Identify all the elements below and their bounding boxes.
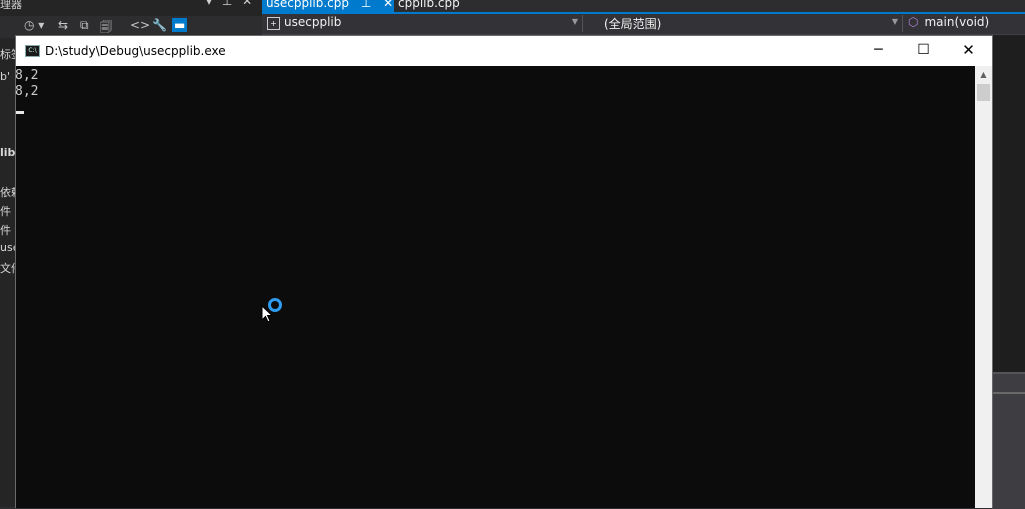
maximize-button[interactable]: ☐ xyxy=(901,36,946,66)
console-title-bar[interactable]: C:\ D:\study\Debug\usecpplib.exe ─ ☐ ✕ xyxy=(16,36,992,66)
member-dropdown[interactable]: ⬡ main(void) xyxy=(908,15,1025,32)
collapse-icon[interactable]: ⧉ xyxy=(80,18,89,33)
console-scrollbar[interactable]: ▲ xyxy=(975,66,992,508)
chevron-down-icon: ▼ xyxy=(571,17,578,26)
minimize-button[interactable]: ─ xyxy=(856,36,901,66)
history-icon[interactable]: ◷ ▾ xyxy=(24,18,44,32)
tree-item[interactable]: 件 xyxy=(0,203,11,219)
close-icon[interactable]: ✕ xyxy=(242,0,252,8)
sync-icon[interactable]: ⇆ xyxy=(58,18,68,32)
panel-title: 理器 xyxy=(0,0,22,11)
console-window[interactable]: C:\ D:\study\Debug\usecpplib.exe ─ ☐ ✕ 8… xyxy=(15,35,993,508)
scope-label: (全局范围) xyxy=(604,17,662,31)
properties-icon[interactable]: 🔧 xyxy=(152,18,167,32)
tree-item[interactable]: 件 xyxy=(0,222,11,238)
console-title: D:\study\Debug\usecpplib.exe xyxy=(45,44,226,58)
preview-icon[interactable]: ▬ xyxy=(172,18,188,32)
member-label: main(void) xyxy=(924,15,990,29)
dropdown-icon[interactable]: ▾ xyxy=(206,0,212,8)
pin-icon[interactable]: ⊥ xyxy=(222,0,232,8)
navigation-bar: + usecpplib ▼ (全局范围) ▼ ⬡ main(void) xyxy=(262,14,1025,35)
output-line: 8,2 xyxy=(15,68,39,83)
busy-spinner-icon xyxy=(268,298,282,312)
console-app-icon: C:\ xyxy=(25,45,40,57)
tab-cpplib[interactable]: cpplib.cpp xyxy=(394,0,464,12)
scroll-thumb[interactable] xyxy=(977,84,990,101)
tab-label: cpplib.cpp xyxy=(398,0,460,10)
text-cursor xyxy=(16,111,24,114)
pin-icon[interactable]: ⊥ xyxy=(361,0,371,10)
method-icon: ⬡ xyxy=(908,15,919,29)
scope-dropdown[interactable]: (全局范围) ▼ xyxy=(588,15,903,32)
panel-controls: ▾ ⊥ ✕ xyxy=(200,0,252,8)
output-line: 8,2 xyxy=(15,84,39,99)
project-dropdown[interactable]: + usecpplib ▼ xyxy=(264,15,583,32)
tree-item-project[interactable]: lib xyxy=(0,146,15,159)
project-icon: + xyxy=(267,17,280,30)
tab-label: usecpplib.cpp xyxy=(266,0,350,10)
tab-usecpplib[interactable]: usecpplib.cpp ⊥ ✕ xyxy=(262,0,394,12)
view-code-icon[interactable]: <> xyxy=(130,18,150,32)
console-output[interactable]: 8,2 8,2 xyxy=(15,66,975,508)
close-button[interactable]: ✕ xyxy=(946,36,991,66)
tree-item[interactable]: b' xyxy=(0,70,10,83)
close-icon[interactable]: ✕ xyxy=(383,0,393,10)
divider xyxy=(992,392,1025,394)
project-label: usecpplib xyxy=(284,15,342,29)
scroll-up-icon[interactable]: ▲ xyxy=(975,66,992,83)
document-tabs: usecpplib.cpp ⊥ ✕ cpplib.cpp xyxy=(262,0,1025,12)
chevron-down-icon: ▼ xyxy=(891,17,898,26)
